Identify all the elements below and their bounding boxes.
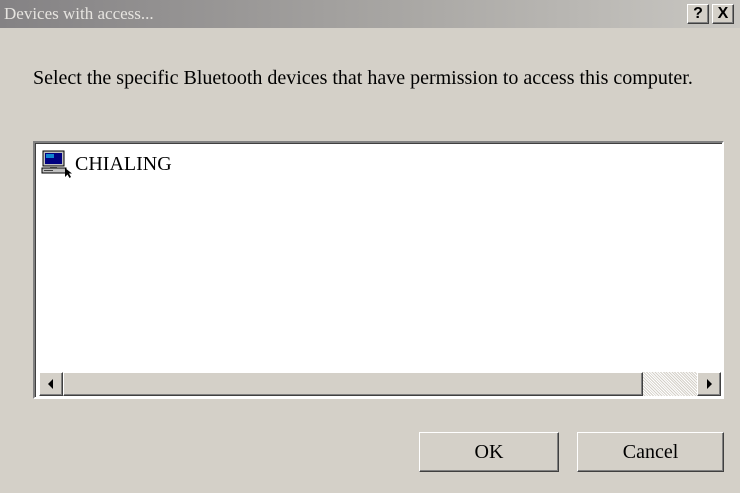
scrollbar-track[interactable] (63, 372, 697, 396)
ok-button[interactable]: OK (419, 432, 559, 472)
close-button[interactable]: X (712, 4, 734, 24)
device-name: CHIALING (75, 152, 172, 175)
device-list-item[interactable]: CHIALING (41, 150, 172, 178)
title-bar[interactable]: Devices with access... ? X (0, 0, 740, 28)
devices-with-access-dialog: Devices with access... ? X Select the sp… (0, 0, 740, 493)
window-title: Devices with access... (4, 4, 154, 23)
arrow-left-icon (48, 379, 53, 389)
help-button[interactable]: ? (687, 4, 709, 24)
cancel-button[interactable]: Cancel (577, 432, 724, 472)
horizontal-scrollbar[interactable] (39, 372, 721, 396)
scroll-left-button[interactable] (39, 372, 63, 396)
scrollbar-thumb[interactable] (63, 372, 643, 396)
scroll-right-button[interactable] (697, 372, 721, 396)
device-list[interactable]: CHIALING (33, 141, 724, 399)
arrow-right-icon (707, 379, 712, 389)
instruction-text: Select the specific Bluetooth devices th… (33, 67, 693, 89)
computer-icon (41, 150, 72, 178)
